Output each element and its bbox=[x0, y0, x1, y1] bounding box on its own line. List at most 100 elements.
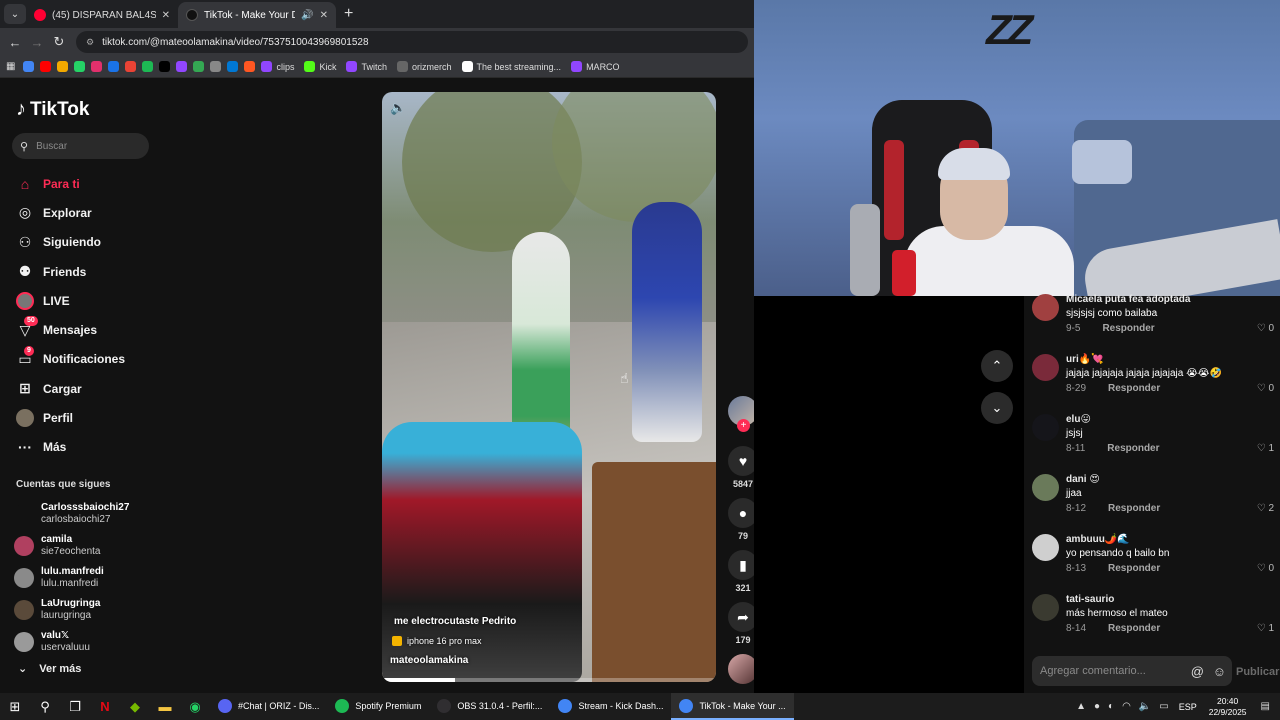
bookmark-item[interactable]: MARCO bbox=[571, 61, 620, 72]
forward-button[interactable]: → bbox=[26, 35, 48, 50]
avatar[interactable] bbox=[1032, 294, 1059, 321]
browser-tab-youtube[interactable]: (45) DISPARAN BAL4S en LA CU ✕ bbox=[26, 2, 178, 28]
following-item[interactable]: valu𝕏 uservaluuu bbox=[14, 626, 164, 658]
address-bar[interactable]: ⚙ tiktok.com/@mateoolamakina/video/75375… bbox=[76, 31, 748, 53]
close-tab-icon[interactable]: ✕ bbox=[162, 10, 170, 21]
avatar[interactable] bbox=[1032, 534, 1059, 561]
emoji-icon[interactable]: ☺ bbox=[1213, 664, 1226, 679]
video-progress-bar[interactable] bbox=[382, 678, 716, 682]
file-explorer-icon[interactable]: ▬ bbox=[150, 693, 180, 720]
nav-perfil[interactable]: Perfil bbox=[16, 403, 156, 432]
bookmark-item[interactable] bbox=[227, 61, 242, 72]
reply-button[interactable]: Responder bbox=[1108, 563, 1160, 574]
comment-like-button[interactable]: ♡ 0 bbox=[1257, 563, 1274, 574]
tiktok-logo[interactable]: ♪ TikTok bbox=[16, 98, 89, 121]
bookmark-item[interactable] bbox=[91, 61, 106, 72]
publish-button[interactable]: Publicar bbox=[1236, 666, 1279, 678]
nav-mensajes[interactable]: ▽ 50 Mensajes bbox=[16, 315, 156, 344]
tray-icon[interactable]: ● bbox=[1094, 701, 1100, 712]
bookmark-item[interactable] bbox=[74, 61, 89, 72]
taskbar-app[interactable]: #Chat | ORIZ - Dis... bbox=[210, 693, 327, 720]
notification-center-icon[interactable]: ▤ bbox=[1261, 701, 1270, 712]
apps-grid-icon[interactable]: ▦ bbox=[6, 61, 15, 72]
following-item[interactable]: lulu.manfredi lulu.manfredi bbox=[14, 562, 164, 594]
mention-icon[interactable]: @ bbox=[1191, 664, 1204, 679]
netflix-icon[interactable]: N bbox=[90, 693, 120, 720]
search-icon[interactable]: ⚲ bbox=[30, 693, 60, 720]
search-input[interactable]: ⚲ Buscar bbox=[12, 133, 149, 159]
following-item[interactable]: camila sie7eochenta bbox=[14, 530, 164, 562]
nav-notificaciones[interactable]: ▭ 9 Notificaciones bbox=[16, 345, 156, 374]
language-indicator[interactable]: ESP bbox=[1179, 702, 1197, 712]
video-username[interactable]: mateoolamakina bbox=[390, 655, 468, 666]
bookmark-item[interactable]: orizmerch bbox=[397, 61, 452, 72]
close-tab-icon[interactable]: ✕ bbox=[320, 10, 328, 21]
wifi-icon[interactable]: ◠ bbox=[1122, 701, 1131, 712]
whatsapp-icon[interactable]: ◉ bbox=[180, 693, 210, 720]
tab-audio-icon[interactable]: 🔊 bbox=[301, 10, 313, 21]
nav-live[interactable]: LIVE bbox=[16, 286, 156, 315]
comment-author[interactable]: Micaela puta fea adoptada bbox=[1066, 294, 1190, 305]
site-info-icon[interactable]: ⚙ bbox=[86, 37, 94, 48]
avatar[interactable] bbox=[1032, 354, 1059, 381]
taskbar-app[interactable]: TikTok - Make Your ... bbox=[671, 693, 794, 720]
bookmark-item[interactable] bbox=[40, 61, 55, 72]
bookmark-item[interactable]: clips bbox=[261, 61, 294, 72]
bookmark-item[interactable] bbox=[210, 61, 225, 72]
bookmark-item[interactable] bbox=[57, 61, 72, 72]
nav-para-ti[interactable]: ⌂ Para ti bbox=[16, 169, 156, 198]
clock[interactable]: 20:40 22/9/2025 bbox=[1209, 696, 1247, 718]
nav-mas[interactable]: ··· Más bbox=[16, 433, 156, 462]
reply-button[interactable]: Responder bbox=[1108, 503, 1160, 514]
nvidia-icon[interactable]: ◆ bbox=[120, 693, 150, 720]
bookmark-item[interactable] bbox=[142, 61, 157, 72]
comment-author[interactable]: ambuuu🌶️🌊 bbox=[1066, 534, 1130, 545]
nav-explorar[interactable]: ◎ Explorar bbox=[16, 198, 156, 227]
comment-author[interactable]: dani 😍 bbox=[1066, 474, 1100, 485]
bookmark-item[interactable] bbox=[108, 61, 123, 72]
comment-author[interactable]: elu😛 bbox=[1066, 414, 1091, 425]
following-item[interactable]: LaUrugringa laurugringa bbox=[14, 594, 164, 626]
following-item[interactable]: Carlosssbaiochi27 carlosbaiochi27 bbox=[14, 498, 164, 530]
new-tab-button[interactable]: + bbox=[344, 5, 353, 23]
reply-button[interactable]: Responder bbox=[1107, 443, 1159, 454]
follow-plus-icon[interactable]: + bbox=[737, 419, 750, 432]
bookmark-item[interactable] bbox=[125, 61, 140, 72]
bookmark-item[interactable] bbox=[23, 61, 38, 72]
windows-start-icon[interactable]: ⊞ bbox=[0, 693, 30, 720]
volume-icon[interactable]: 🔈 bbox=[390, 100, 406, 116]
nav-siguiendo[interactable]: ⚇ Siguiendo bbox=[16, 228, 156, 257]
avatar[interactable] bbox=[1032, 414, 1059, 441]
bookmark-item[interactable] bbox=[244, 61, 259, 72]
task-view-icon[interactable]: ❐ bbox=[60, 693, 90, 720]
comment-author[interactable]: uri🔥💘 bbox=[1066, 354, 1104, 365]
browser-tab-tiktok[interactable]: TikTok - Make Your Day 🔊 ✕ bbox=[178, 2, 336, 28]
reply-button[interactable]: Responder bbox=[1108, 383, 1160, 394]
see-more-link[interactable]: ⌄ Ver más bbox=[18, 662, 81, 675]
taskbar-app[interactable]: Stream - Kick Dash... bbox=[550, 693, 671, 720]
bookmark-item[interactable] bbox=[193, 61, 208, 72]
battery-icon[interactable]: ▭ bbox=[1159, 701, 1168, 712]
tray-icon[interactable]: ◐ bbox=[1108, 701, 1114, 712]
bookmark-item[interactable] bbox=[176, 61, 191, 72]
nav-cargar[interactable]: ⊞ Cargar bbox=[16, 374, 156, 403]
comment-input[interactable]: Agregar comentario... @ ☺ bbox=[1032, 656, 1232, 686]
comment-like-button[interactable]: ♡ 1 bbox=[1257, 623, 1274, 634]
bookmark-item[interactable]: Twitch bbox=[346, 61, 387, 72]
reply-button[interactable]: Responder bbox=[1108, 623, 1160, 634]
comment-like-button[interactable]: ♡ 2 bbox=[1257, 503, 1274, 514]
bookmark-item[interactable]: Kick bbox=[304, 61, 336, 72]
back-button[interactable]: ← bbox=[4, 35, 26, 50]
reload-button[interactable]: ↻ bbox=[48, 34, 70, 50]
next-video-button[interactable]: ⌄ bbox=[981, 392, 1013, 424]
avatar[interactable] bbox=[1032, 474, 1059, 501]
bookmark-item[interactable] bbox=[159, 61, 174, 72]
comment-like-button[interactable]: ♡ 0 bbox=[1257, 323, 1274, 334]
bookmark-item[interactable]: The best streaming... bbox=[461, 61, 561, 72]
tab-search-button[interactable]: ⌄ bbox=[4, 4, 26, 24]
comment-like-button[interactable]: ♡ 1 bbox=[1257, 443, 1274, 454]
volume-icon[interactable]: 🔈 bbox=[1139, 701, 1151, 712]
video-tag[interactable]: iphone 16 pro max bbox=[392, 636, 482, 646]
video-player[interactable]: 🔈 me electrocutaste Pedrito iphone 16 pr… bbox=[382, 92, 716, 682]
comment-author[interactable]: tati-saurio bbox=[1066, 594, 1114, 605]
